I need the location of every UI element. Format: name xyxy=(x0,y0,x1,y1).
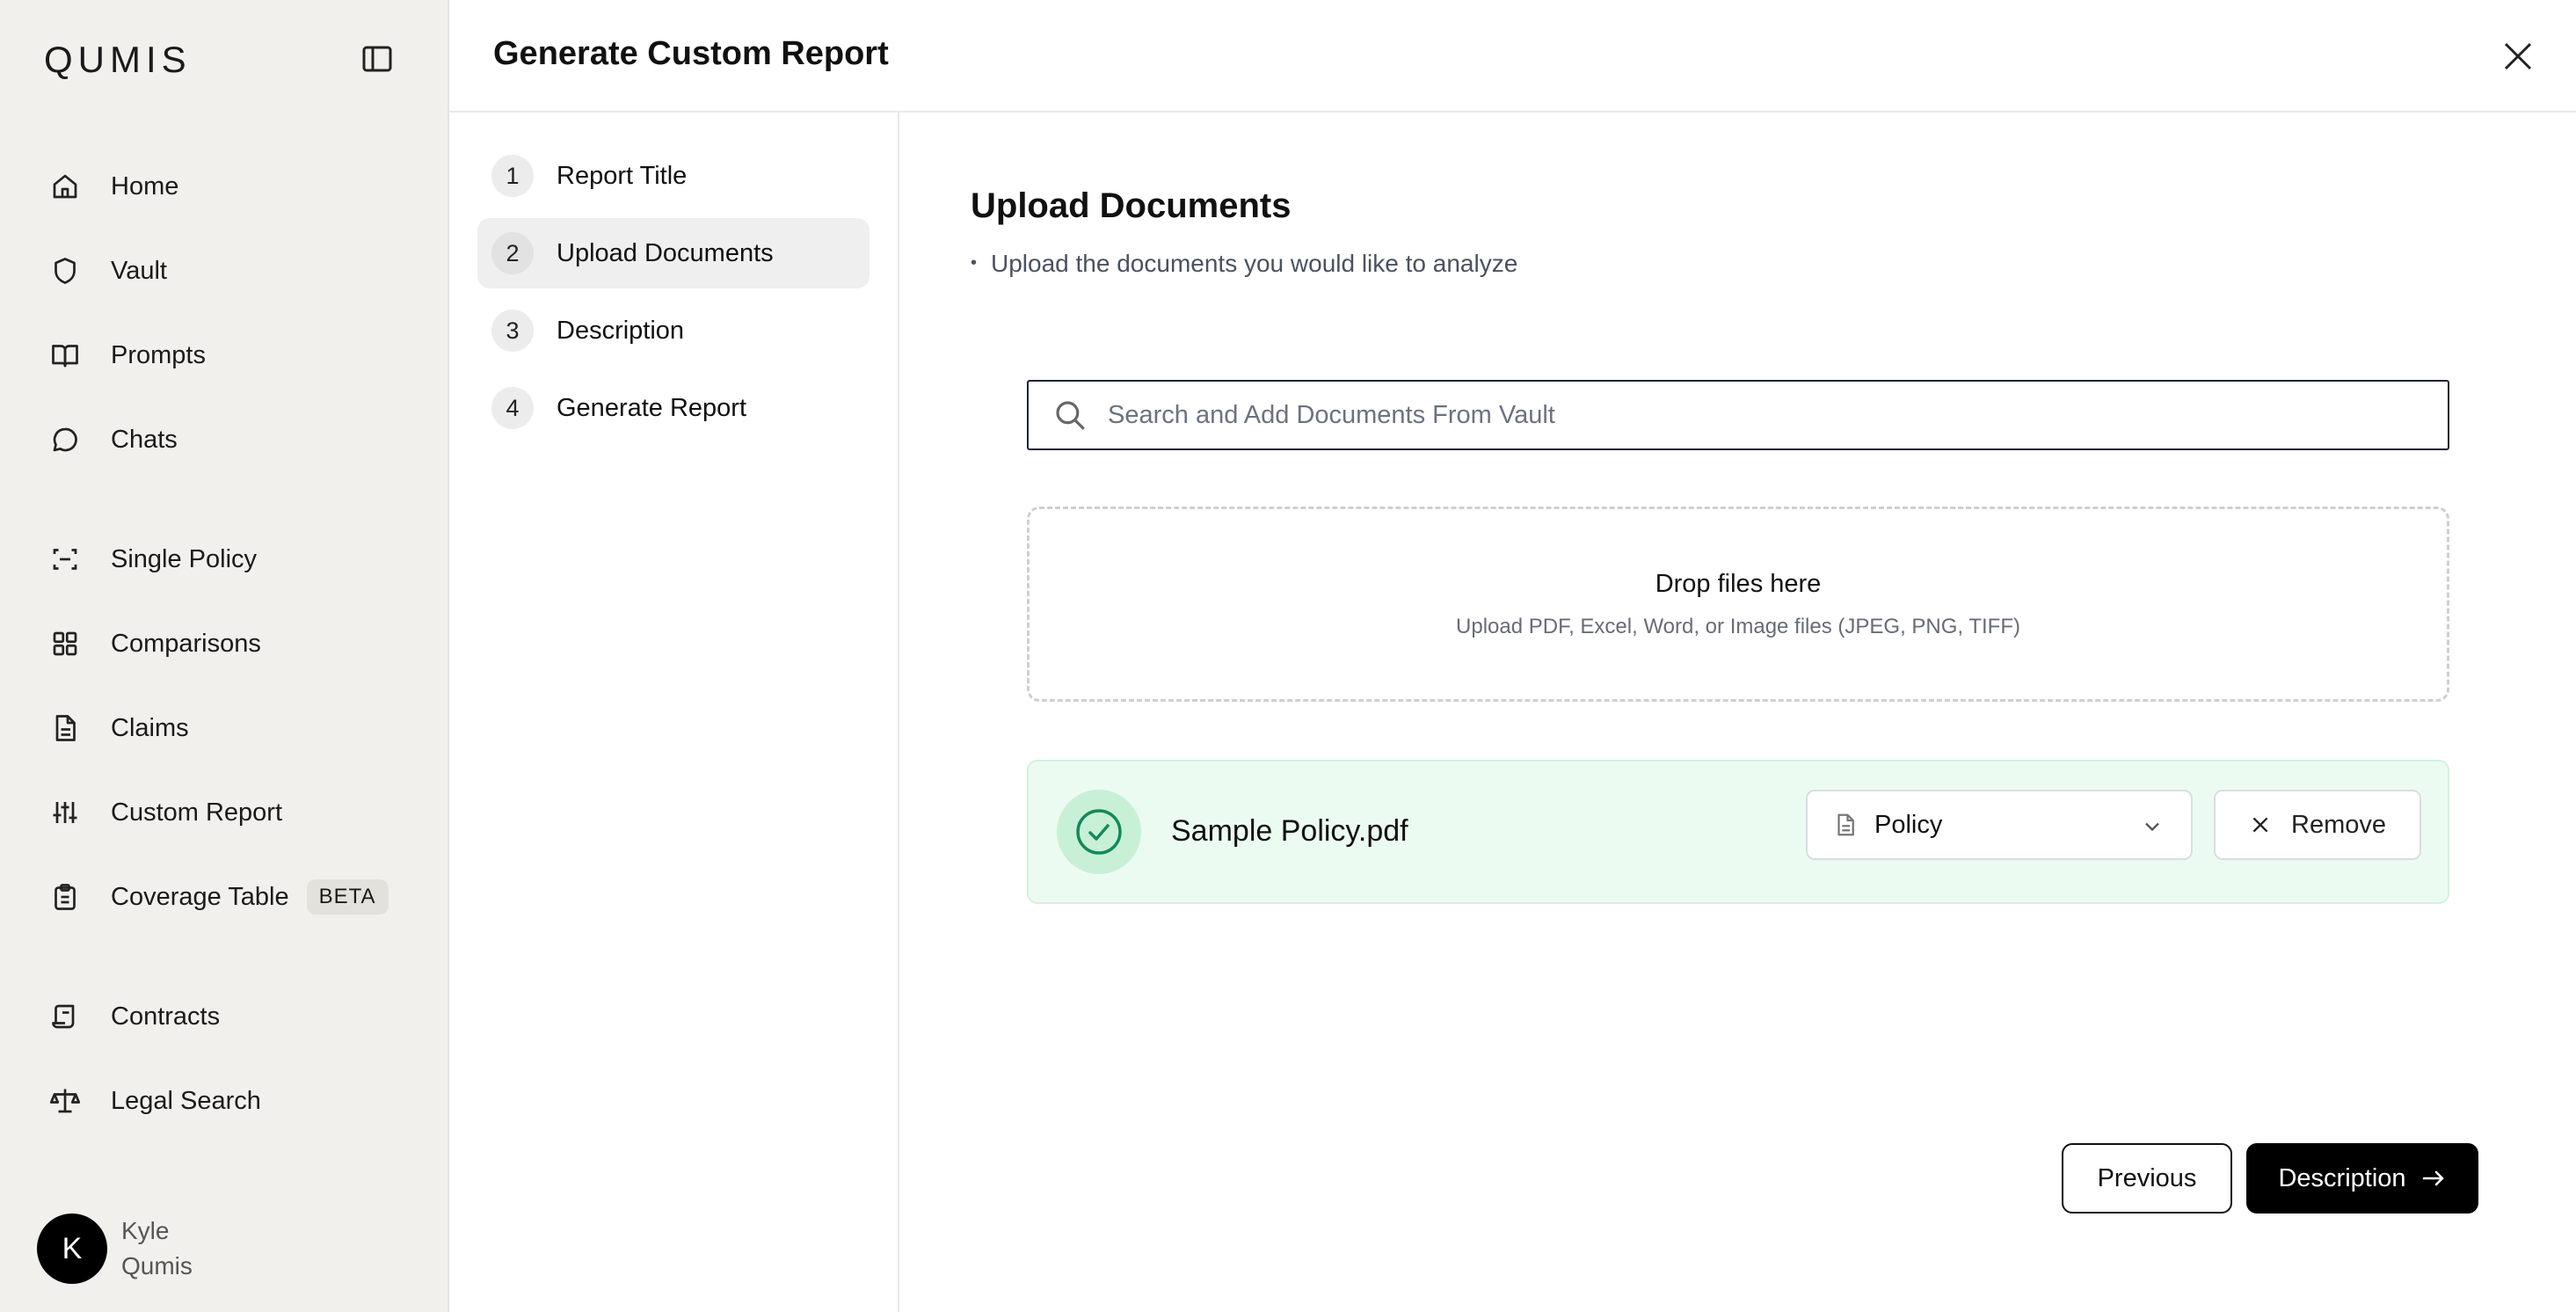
step-number: 4 xyxy=(491,387,534,429)
file-text-icon xyxy=(55,715,76,741)
search-icon xyxy=(1056,401,1085,430)
step-label: Description xyxy=(557,316,685,345)
book-icon xyxy=(52,345,78,368)
steps-nav: 1 Report Title 2 Upload Documents 3 Desc… xyxy=(449,113,899,1312)
sidebar-item-claims[interactable]: Claims xyxy=(49,706,189,750)
search-input[interactable] xyxy=(1108,400,2339,430)
sidebar-item-label: Comparisons xyxy=(111,629,261,658)
step-description[interactable]: 3 Description xyxy=(477,295,870,366)
sidebar-item-comparisons[interactable]: Comparisons xyxy=(49,622,261,666)
avatar[interactable]: K xyxy=(37,1214,107,1284)
file-dropzone[interactable]: Drop files here Upload PDF, Excel, Word,… xyxy=(1027,507,2449,702)
section-subtitle: • Upload the documents you would like to … xyxy=(971,250,1517,278)
sidebar-item-coverage-table[interactable]: Coverage Table BETA xyxy=(49,875,389,919)
section-title: Upload Documents xyxy=(971,186,1292,225)
close-icon[interactable] xyxy=(2499,37,2537,76)
sidebar-item-prompts[interactable]: Prompts xyxy=(49,333,206,377)
scan-icon xyxy=(53,549,77,570)
sidebar-item-label: Contracts xyxy=(111,1002,221,1031)
document-type-value: Policy xyxy=(1874,810,1943,839)
sidebar-item-label: Chats xyxy=(111,425,178,454)
chevron-down-icon xyxy=(2145,822,2159,832)
scale-icon xyxy=(49,1089,81,1113)
page-title: Generate Custom Report xyxy=(493,35,889,72)
step-number: 1 xyxy=(491,155,534,197)
sidebar-item-chats[interactable]: Chats xyxy=(49,418,178,462)
remove-label: Remove xyxy=(2291,810,2386,839)
dropzone-subtitle: Upload PDF, Excel, Word, or Image files … xyxy=(1456,614,2020,638)
user-first-name: Kyle xyxy=(121,1217,170,1244)
sidebar-item-single-policy[interactable]: Single Policy xyxy=(49,537,257,581)
next-button[interactable]: Description xyxy=(2246,1143,2478,1214)
remove-file-button[interactable]: Remove xyxy=(2214,790,2421,860)
modal-header: Generate Custom Report xyxy=(449,0,2576,113)
close-icon xyxy=(2252,817,2268,833)
sidebar-item-vault[interactable]: Vault xyxy=(49,249,167,293)
subtitle-text: Upload the documents you would like to a… xyxy=(991,250,1518,277)
sidebar-item-home[interactable]: Home xyxy=(49,164,178,208)
vault-search[interactable] xyxy=(1027,380,2449,450)
sidebar-item-label: Claims xyxy=(111,713,189,742)
bullet-icon: • xyxy=(971,253,978,273)
scroll-icon xyxy=(52,1004,75,1029)
step-number: 2 xyxy=(491,232,534,274)
uploaded-file-row: Sample Policy.pdf Policy Remove xyxy=(1027,760,2449,904)
sidebar-item-custom-report[interactable]: Custom Report xyxy=(49,791,282,835)
step-label: Generate Report xyxy=(557,393,747,422)
user-last-name: Qumis xyxy=(121,1252,193,1279)
sidebar-item-label: Prompts xyxy=(111,340,206,369)
step-report-title[interactable]: 1 Report Title xyxy=(477,141,870,211)
check-circle-icon xyxy=(1057,790,1141,874)
app-logo[interactable]: QUMIS xyxy=(44,39,192,81)
clipboard-icon xyxy=(55,884,76,910)
step-label: Report Title xyxy=(557,161,688,190)
file-name: Sample Policy.pdf xyxy=(1171,814,1408,848)
arrow-right-icon xyxy=(2422,1170,2443,1186)
document-icon xyxy=(1837,813,1854,836)
dropzone-title: Drop files here xyxy=(1655,569,1822,598)
chat-icon xyxy=(53,427,77,452)
sidebar-item-label: Single Policy xyxy=(111,544,258,573)
sidebar-item-label: Home xyxy=(111,171,179,200)
user-profile[interactable]: K Kyle Qumis xyxy=(37,1214,193,1284)
sidebar-item-label: Vault xyxy=(111,256,167,285)
sidebar-toggle-icon[interactable] xyxy=(360,44,394,74)
sidebar-item-legal-search[interactable]: Legal Search xyxy=(49,1079,261,1123)
step-label: Upload Documents xyxy=(557,238,774,267)
step-generate-report[interactable]: 4 Generate Report xyxy=(477,373,870,443)
next-label: Description xyxy=(2278,1163,2406,1192)
grid-icon xyxy=(53,631,77,656)
step-upload-documents[interactable]: 2 Upload Documents xyxy=(477,218,870,288)
step-number: 3 xyxy=(491,310,534,352)
document-type-select[interactable]: Policy xyxy=(1806,790,2193,860)
beta-badge: BETA xyxy=(306,879,389,915)
previous-button[interactable]: Previous xyxy=(2062,1143,2232,1214)
sidebar-item-label: Custom Report xyxy=(111,798,283,827)
home-icon xyxy=(53,174,77,199)
shield-icon xyxy=(55,258,76,284)
sidebar-item-contracts[interactable]: Contracts xyxy=(49,995,220,1039)
sidebar: QUMIS Home Vault Prompts Chats Single Po… xyxy=(0,0,449,1312)
sidebar-item-label: Legal Search xyxy=(111,1086,261,1115)
user-name: Kyle Qumis xyxy=(121,1214,193,1284)
sliders-icon xyxy=(53,802,77,823)
sidebar-item-label: Coverage Table xyxy=(111,882,289,911)
